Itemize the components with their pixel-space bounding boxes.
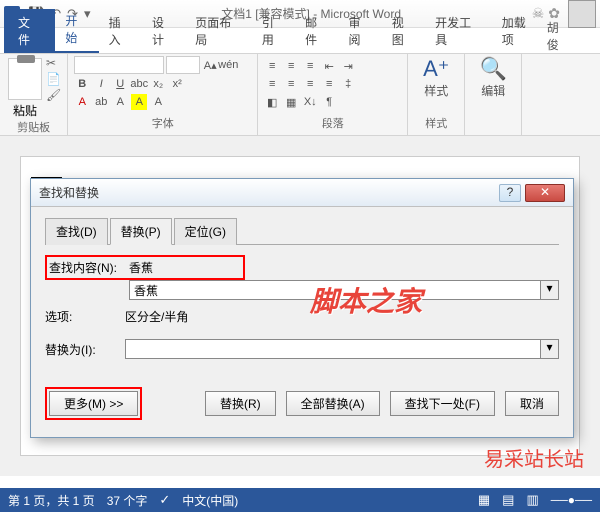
paste-icon[interactable] (8, 58, 42, 100)
ribbon-tabs: 文件 开始 插入 设计 页面布局 引用 邮件 审阅 视图 开发工具 加载项 胡俊 (0, 28, 600, 54)
subscript-icon[interactable]: x₂ (150, 76, 166, 92)
replace-button[interactable]: 替换(R) (205, 391, 276, 416)
tab-file[interactable]: 文件 (4, 9, 55, 53)
status-words[interactable]: 37 个字 (107, 492, 148, 509)
highlight-icon[interactable]: ab (93, 94, 109, 110)
grow-font-icon[interactable]: A▴ (202, 57, 218, 73)
dialog-help-button[interactable]: ? (499, 184, 521, 202)
group-styles: A⁺ 样式 样式 (408, 54, 465, 135)
read-mode-icon[interactable]: ▤ (502, 492, 514, 508)
dialog-tabs: 查找(D) 替换(P) 定位(G) (45, 217, 559, 245)
indent-inc-icon[interactable]: ⇥ (340, 58, 356, 74)
format-painter-icon[interactable]: 🖌 (46, 88, 61, 102)
more-button[interactable]: 更多(M) >> (49, 391, 138, 416)
strikethrough-icon[interactable]: abc (131, 76, 147, 92)
group-clipboard: 粘贴 ✂ 📄 🖌 剪贴板 (0, 54, 68, 135)
tab-design[interactable]: 设计 (142, 9, 185, 53)
web-layout-icon[interactable]: ▥ (526, 492, 538, 508)
find-label: 查找内容(N): (49, 259, 129, 276)
tab-review[interactable]: 审阅 (338, 9, 381, 53)
status-page[interactable]: 第 1 页，共 1 页 (8, 492, 95, 509)
group-editing: 🔍 编辑 (465, 54, 522, 135)
font-color-icon[interactable]: A (74, 94, 90, 110)
line-spacing-icon[interactable]: ‡ (340, 76, 356, 92)
tab-view[interactable]: 视图 (382, 9, 425, 53)
copy-icon[interactable]: 📄 (46, 72, 61, 86)
cancel-button[interactable]: 取消 (505, 391, 559, 416)
styles-icon: A⁺ (423, 56, 449, 82)
shading-icon[interactable]: A (131, 94, 147, 110)
find-icon: 🔍 (480, 56, 507, 82)
zoom-slider[interactable]: ──●── (551, 493, 592, 507)
bullets-icon[interactable]: ≡ (264, 58, 280, 74)
italic-button[interactable]: I (93, 76, 109, 92)
multilevel-icon[interactable]: ≡ (302, 58, 318, 74)
align-left-icon[interactable]: ≡ (264, 76, 280, 92)
replace-input[interactable] (125, 339, 541, 359)
find-next-button[interactable]: 查找下一处(F) (390, 391, 495, 416)
group-paragraph: ≡ ≡ ≡ ⇤ ⇥ ≡ ≡ ≡ ≡ ‡ ◧ ▦ X↓ ¶ 段落 (258, 54, 408, 135)
ribbon: 粘贴 ✂ 📄 🖌 剪贴板 A▴ wén B I U abc x₂ (0, 54, 600, 136)
cut-icon[interactable]: ✂ (46, 56, 61, 70)
find-value-text: 香蕉 (129, 259, 153, 276)
tab-developer[interactable]: 开发工具 (425, 9, 492, 53)
replace-label: 替换为(I): (45, 341, 125, 358)
dialog-title: 查找和替换 (39, 184, 499, 201)
font-group-label: 字体 (74, 115, 251, 133)
borders-icon[interactable]: ▦ (283, 94, 299, 110)
group-font: A▴ wén B I U abc x₂ x² A ab A A A 字体 (68, 54, 258, 135)
bold-button[interactable]: B (74, 76, 90, 92)
watermark-site: 易采站长站 (484, 443, 584, 472)
char-border-icon[interactable]: A (150, 94, 166, 110)
dialog-tab-replace[interactable]: 替换(P) (110, 218, 172, 245)
dialog-tab-goto[interactable]: 定位(G) (174, 218, 237, 245)
watermark-main: 脚本之家 (310, 280, 422, 320)
styles-button[interactable]: A⁺ 样式 (414, 56, 458, 99)
tab-addins[interactable]: 加载项 (492, 9, 547, 53)
spellcheck-icon[interactable]: ✓ (159, 492, 170, 508)
styles-group-label: 样式 (414, 115, 458, 133)
print-layout-icon[interactable]: ▦ (478, 492, 490, 508)
fill-icon[interactable]: ◧ (264, 94, 280, 110)
align-right-icon[interactable]: ≡ (302, 76, 318, 92)
dialog-titlebar[interactable]: 查找和替换 ? ✕ (31, 179, 573, 207)
dialog-close-button[interactable]: ✕ (525, 184, 565, 202)
tab-mailings[interactable]: 邮件 (295, 9, 338, 53)
indent-dec-icon[interactable]: ⇤ (321, 58, 337, 74)
find-replace-dialog: 查找和替换 ? ✕ 查找(D) 替换(P) 定位(G) 查找内容(N): 香蕉 … (30, 178, 574, 438)
align-center-icon[interactable]: ≡ (283, 76, 299, 92)
text-effects-icon[interactable]: A (112, 94, 128, 110)
username-label[interactable]: 胡俊 (547, 19, 570, 53)
phonetic-icon[interactable]: wén (220, 57, 236, 73)
sort-icon[interactable]: X↓ (302, 94, 318, 110)
paragraph-group-label: 段落 (264, 115, 401, 133)
replace-dropdown-icon[interactable]: ▾ (541, 339, 559, 359)
editing-button[interactable]: 🔍 编辑 (471, 56, 515, 99)
find-row-highlight: 查找内容(N): 香蕉 (45, 255, 245, 280)
tab-home[interactable]: 开始 (55, 7, 98, 53)
dialog-body: 查找(D) 替换(P) 定位(G) 查找内容(N): 香蕉 ▾ 选项: 区分全/… (31, 207, 573, 430)
dialog-buttons: 更多(M) >> 替换(R) 全部替换(A) 查找下一处(F) 取消 (45, 387, 559, 420)
font-size-combo[interactable] (166, 56, 200, 74)
paste-label[interactable]: 粘贴 (13, 102, 37, 119)
status-bar: 第 1 页，共 1 页 37 个字 ✓ 中文(中国) ▦ ▤ ▥ ──●── (0, 488, 600, 512)
options-value: 区分全/半角 (125, 308, 188, 325)
underline-button[interactable]: U (112, 76, 128, 92)
replace-all-button[interactable]: 全部替换(A) (286, 391, 380, 416)
find-dropdown-icon[interactable]: ▾ (541, 280, 559, 300)
show-marks-icon[interactable]: ¶ (321, 94, 337, 110)
tab-insert[interactable]: 插入 (99, 9, 142, 53)
font-family-combo[interactable] (74, 56, 164, 74)
tab-layout[interactable]: 页面布局 (185, 9, 252, 53)
justify-icon[interactable]: ≡ (321, 76, 337, 92)
tab-references[interactable]: 引用 (252, 9, 295, 53)
superscript-icon[interactable]: x² (169, 76, 185, 92)
clipboard-group-label: 剪贴板 (6, 119, 61, 137)
options-label: 选项: (45, 308, 125, 325)
dialog-tab-find[interactable]: 查找(D) (45, 218, 108, 245)
user-avatar[interactable] (568, 0, 596, 28)
numbering-icon[interactable]: ≡ (283, 58, 299, 74)
status-language[interactable]: 中文(中国) (182, 492, 238, 509)
